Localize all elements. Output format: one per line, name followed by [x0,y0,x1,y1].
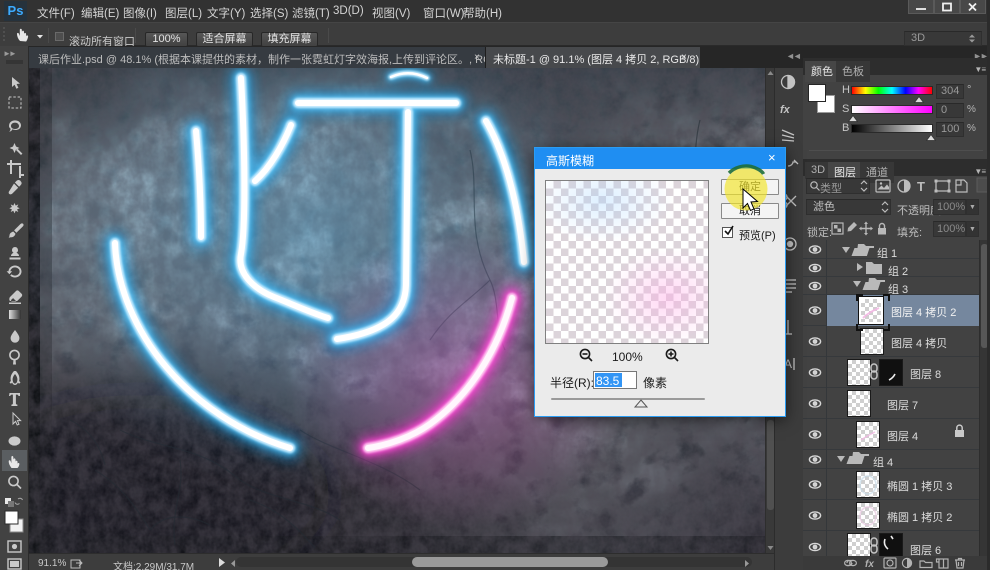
svg-text:fx: fx [780,104,791,116]
svg-text:T: T [917,179,925,194]
svg-text:►►: ►► [3,49,16,58]
svg-text:fx: fx [865,559,874,570]
